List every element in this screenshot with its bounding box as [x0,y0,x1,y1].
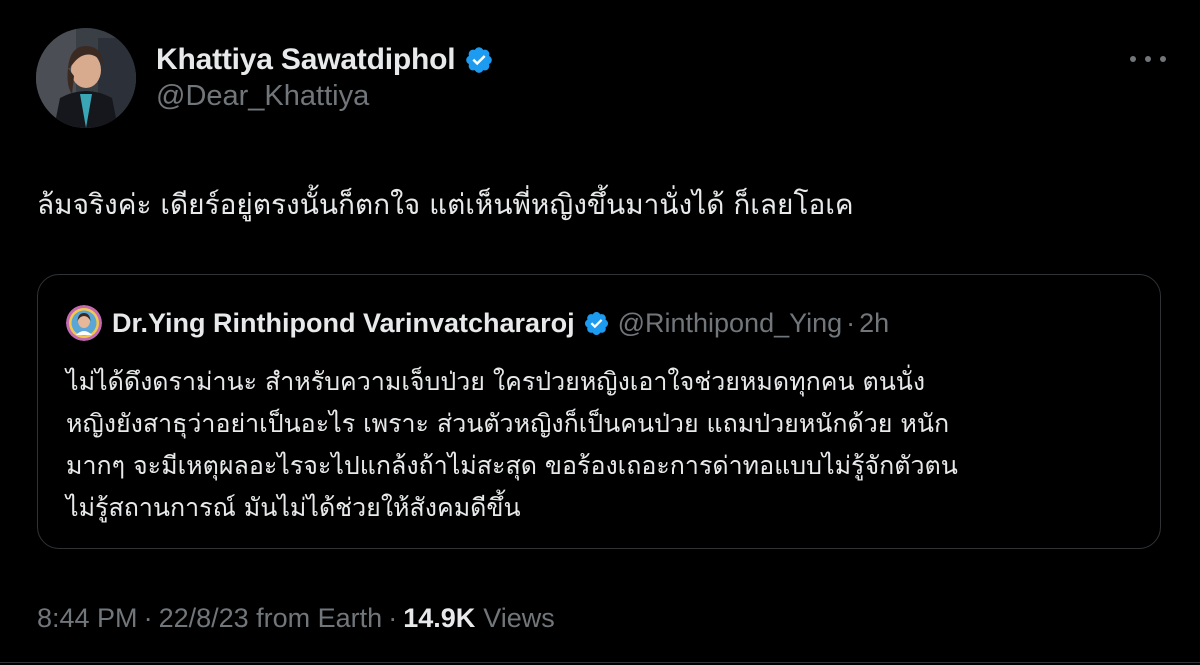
quoted-text-line: หญิงยังสาธุว่าอย่าเป็นอะไร เพราะ ส่วนตัว… [66,409,950,438]
quoted-tweet-header: Dr.Ying Rinthipond Varinvatchararoj @Rin… [66,303,889,343]
author-name[interactable]: Khattiya Sawatdiphol [156,43,456,77]
views-label: Views [483,602,555,633]
tweet-meta: 8:44 PM · 22/8/23 from Earth · 14.9K Vie… [37,598,555,638]
verified-badge-icon [584,311,608,335]
quoted-author-avatar[interactable] [66,305,102,341]
profile-photo [36,28,136,128]
more-options-button[interactable] [1130,46,1166,72]
quoted-author-handle[interactable]: @Rinthipond_Ying [618,308,843,339]
bottom-divider [0,662,1200,663]
quoted-text-line: มากๆ จะมีเหตุผลอะไรจะไปแกล้งถ้าไม่สะสุด … [66,451,958,480]
separator-dot: · [846,307,856,338]
quoted-tweet-text: ไม่ได้ดึงดราม่านะ สำหรับความเจ็บป่วย ใคร… [66,361,1146,529]
tweet-date-source[interactable]: 22/8/23 from Earth [159,603,383,634]
separator-dot: · [143,602,153,633]
verified-badge-icon [466,47,493,73]
author-avatar[interactable] [36,28,136,128]
views-count[interactable]: 14.9K [403,603,475,634]
quoted-text-line: ไม่รู้สถานการณ์ มันไม่ได้ช่วยให้สังคมดีข… [66,493,521,522]
tweet-text: ล้มจริงค่ะ เดียร์อยู่ตรงนั้นก็ตกใจ แต่เห… [37,188,854,221]
quoted-author-name[interactable]: Dr.Ying Rinthipond Varinvatchararoj [112,308,575,339]
separator-dot: · [388,602,398,633]
tweet-timestamp[interactable]: 8:44 PM [37,603,138,634]
quoted-text-line: ไม่ได้ดึงดราม่านะ สำหรับความเจ็บป่วย ใคร… [66,367,926,396]
author-handle[interactable]: @Dear_Khattiya [156,80,369,113]
quoted-tweet-time[interactable]: 2h [859,308,889,339]
quoted-tweet-card[interactable]: Dr.Ying Rinthipond Varinvatchararoj @Rin… [37,274,1161,549]
quoted-profile-photo [66,305,102,341]
more-horizontal-icon [1130,56,1136,62]
